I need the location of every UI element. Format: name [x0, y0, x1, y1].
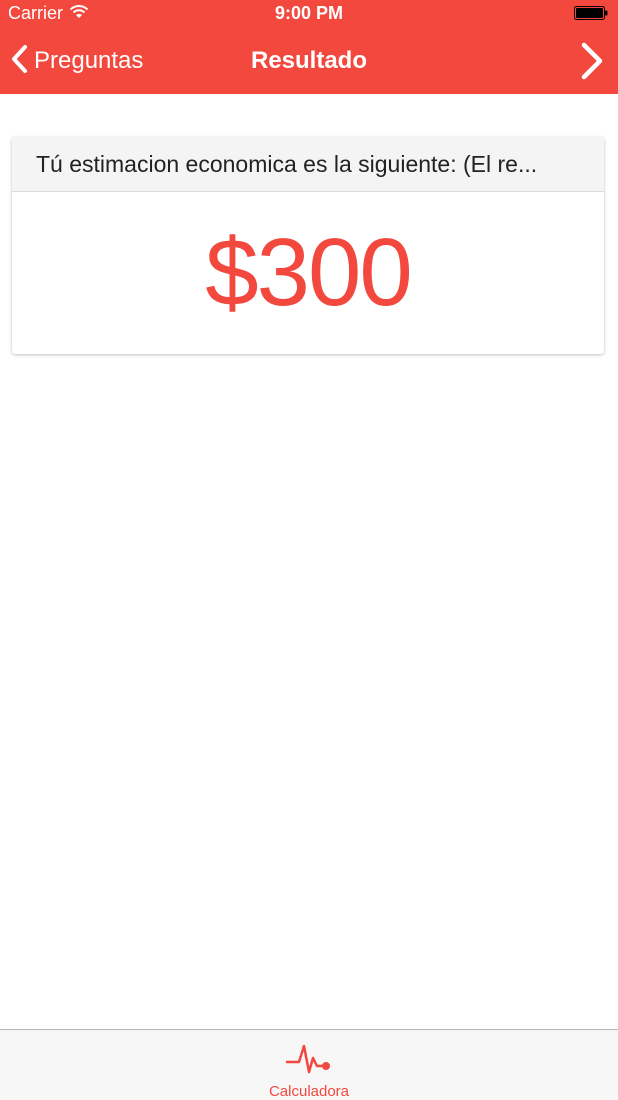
- estimated-amount: $300: [205, 219, 413, 326]
- page-title: Resultado: [250, 47, 367, 74]
- tab-bar: Calculadora: [0, 1029, 618, 1100]
- result-description: Tú estimacion economica es la siguiente:…: [36, 150, 538, 177]
- chevron-right-icon: [581, 42, 603, 80]
- tab-calculadora-label: Calculadora: [268, 1083, 350, 1100]
- tab-calculadora[interactable]: Calculadora: [259, 1036, 359, 1100]
- result-card-body: $300: [12, 192, 604, 354]
- forward-button[interactable]: [578, 41, 606, 81]
- battery-icon: [574, 6, 608, 20]
- top-bar: Carrier 9:00 PM Preguntas Resultado: [0, 0, 618, 94]
- result-card: Tú estimacion economica es la siguiente:…: [12, 137, 604, 354]
- result-card-header: Tú estimacion economica es la siguiente:…: [12, 137, 604, 192]
- status-time: 9:00 PM: [274, 3, 344, 23]
- heartbeat-icon: [285, 1036, 333, 1081]
